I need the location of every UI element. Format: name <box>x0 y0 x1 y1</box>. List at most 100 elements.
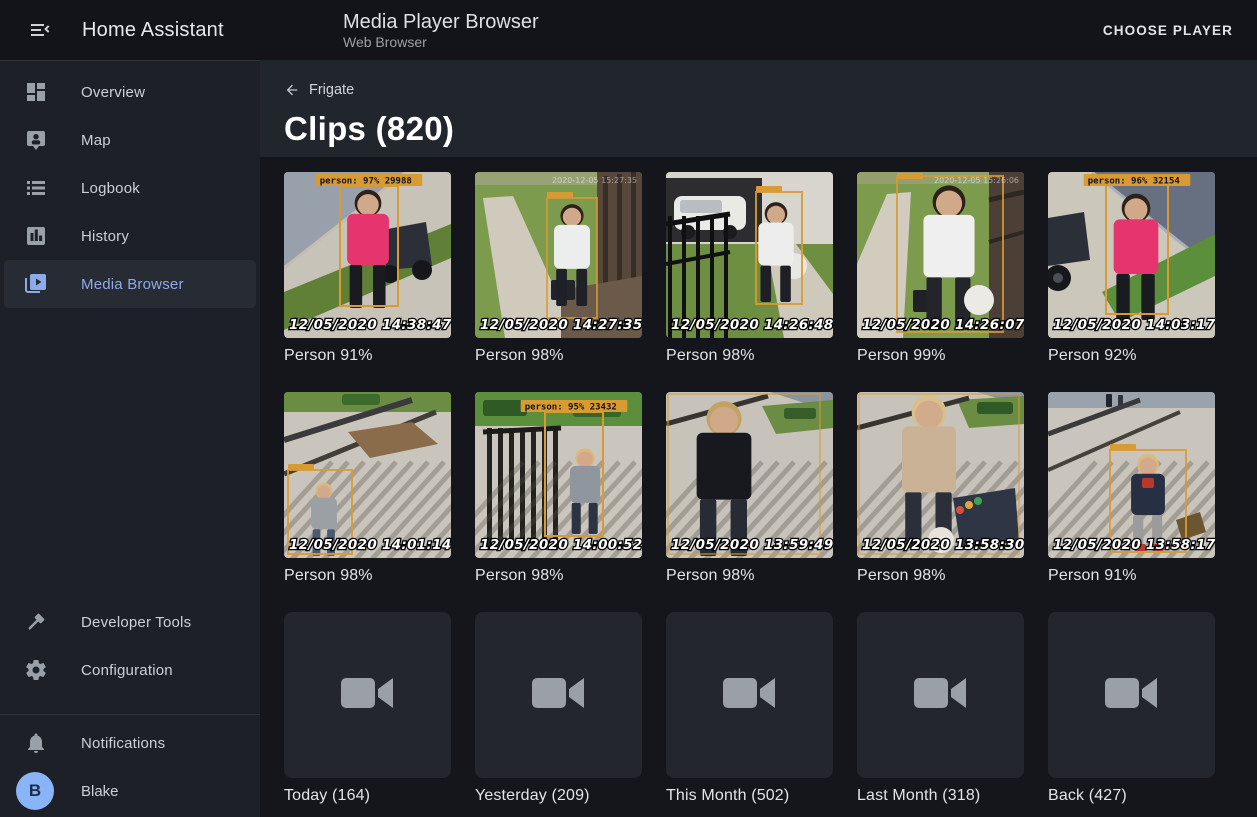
top-app-bar: Home Assistant Media Player Browser Web … <box>0 0 1257 60</box>
folder-item[interactable]: Back (427) <box>1048 612 1215 805</box>
folder-caption: Last Month (318) <box>857 787 1024 805</box>
folder-item[interactable]: This Month (502) <box>666 612 833 805</box>
sidebar-item-label: Overview <box>81 84 145 101</box>
sidebar-item-logbook[interactable]: Logbook <box>4 164 256 212</box>
sidebar-item-label: Configuration <box>81 662 173 679</box>
folder-thumbnail <box>475 612 642 778</box>
sidebar-item-label: Map <box>81 132 111 149</box>
svg-text:2020-12-05 15:27:35: 2020-12-05 15:27:35 <box>552 176 637 185</box>
sidebar-item-label: History <box>81 228 129 245</box>
clip-caption: Person 98% <box>475 567 642 585</box>
clip-item[interactable]: 12/05/2020 13:59:49 Person 98% <box>666 392 833 585</box>
clip-thumbnail: 12/05/2020 13:58:17 <box>1048 392 1215 558</box>
svg-text:12/05/2020 14:00:52: 12/05/2020 14:00:52 <box>480 537 642 553</box>
folder-caption: This Month (502) <box>666 787 833 805</box>
clip-caption: Person 98% <box>475 347 642 365</box>
gear-icon <box>24 658 48 682</box>
user-name: Blake <box>81 783 119 800</box>
clip-caption: Person 98% <box>666 347 833 365</box>
clip-thumbnail: 12/05/2020 13:58:30 <box>857 392 1024 558</box>
clip-thumbnail: 12/05/2020 14:26:48 <box>666 172 833 338</box>
folder-thumbnail <box>1048 612 1215 778</box>
page-title: Media Player Browser <box>343 10 539 34</box>
list-icon <box>24 176 48 200</box>
clip-caption: Person 91% <box>284 347 451 365</box>
folder-thumbnail <box>666 612 833 778</box>
sidebar-item-label: Media Browser <box>81 276 184 293</box>
video-camera-icon <box>1105 673 1159 718</box>
breadcrumb-label: Frigate <box>309 82 354 98</box>
svg-text:12/05/2020 14:38:47: 12/05/2020 14:38:47 <box>289 317 451 333</box>
folder-caption: Today (164) <box>284 787 451 805</box>
bar-chart-icon <box>24 224 48 248</box>
avatar: B <box>16 772 54 810</box>
clip-item[interactable]: 12/05/2020 14:26:48 Person 98% <box>666 172 833 365</box>
clip-item[interactable]: person: 97% 29988 12/05/2020 14:38:47 Pers… <box>284 172 451 365</box>
svg-text:12/05/2020 13:59:49: 12/05/2020 13:59:49 <box>671 537 833 553</box>
sidebar: Overview Map Logbook History Media Browser D… <box>0 60 260 817</box>
svg-text:12/05/2020 14:26:07: 12/05/2020 14:26:07 <box>862 317 1024 333</box>
topbar-main-section: Media Player Browser Web Browser CHOOSE … <box>260 0 1257 60</box>
clip-caption: Person 92% <box>1048 347 1215 365</box>
folder-item[interactable]: Last Month (318) <box>857 612 1024 805</box>
page-subtitle: Web Browser <box>343 34 539 51</box>
clip-thumbnail: 12/05/2020 14:01:14 <box>284 392 451 558</box>
sidebar-bottom: Developer Tools Configuration Notificatio… <box>0 598 260 817</box>
clip-item[interactable]: person: 96% 32154 12/05/2020 14:03:17 Pers… <box>1048 172 1215 365</box>
map-icon <box>24 128 48 152</box>
sidebar-item-label: Developer Tools <box>81 614 191 631</box>
svg-text:12/05/2020 14:27:35: 12/05/2020 14:27:35 <box>480 317 642 333</box>
folder-item[interactable]: Yesterday (209) <box>475 612 642 805</box>
app-title: Home Assistant <box>82 19 224 42</box>
video-camera-icon <box>914 673 968 718</box>
media-browser-header: Frigate Clips (820) <box>260 60 1257 157</box>
sidebar-item-profile[interactable]: B Blake <box>4 767 256 815</box>
main-content: Frigate Clips (820) person: 97% 29988 12/… <box>260 60 1257 817</box>
svg-text:person: 96% 32154: person: 96% 32154 <box>1088 177 1181 187</box>
clip-thumbnail: person: 96% 32154 12/05/2020 14:03:17 <box>1048 172 1215 338</box>
svg-text:person: 95% 23432: person: 95% 23432 <box>525 403 617 413</box>
clip-item[interactable]: 12/05/2020 13:58:30 Person 98% <box>857 392 1024 585</box>
clip-item[interactable]: 12/05/2020 13:58:17 Person 91% <box>1048 392 1215 585</box>
svg-text:12/05/2020 14:26:48: 12/05/2020 14:26:48 <box>671 317 833 333</box>
bell-icon <box>24 731 48 755</box>
folder-item[interactable]: Today (164) <box>284 612 451 805</box>
media-grid: person: 97% 29988 12/05/2020 14:38:47 Pers… <box>260 157 1257 805</box>
clip-thumbnail: 2020-12-05 15:26:0612/05/2020 14:26:07 <box>857 172 1024 338</box>
sidebar-tools: Developer Tools Configuration <box>0 598 260 694</box>
svg-text:12/05/2020 14:03:17: 12/05/2020 14:03:17 <box>1053 317 1215 333</box>
sidebar-nav: Overview Map Logbook History Media Browser <box>0 61 260 308</box>
breadcrumb-back-link[interactable]: Frigate <box>284 82 354 98</box>
clip-item[interactable]: 2020-12-05 15:26:0612/05/2020 14:26:07 Pe… <box>857 172 1024 365</box>
clip-thumbnail: 12/05/2020 13:59:49 <box>666 392 833 558</box>
sidebar-divider <box>0 714 260 715</box>
clip-item[interactable]: 12/05/2020 14:01:14Person 98% <box>284 392 451 585</box>
menu-open-icon[interactable] <box>22 12 58 48</box>
folder-caption: Back (427) <box>1048 787 1215 805</box>
video-camera-icon <box>532 673 586 718</box>
sidebar-item-history[interactable]: History <box>4 212 256 260</box>
media-browser-icon <box>24 272 48 296</box>
notifications-label: Notifications <box>81 735 165 752</box>
topbar-sidebar-section: Home Assistant <box>0 0 260 60</box>
clip-thumbnail: person: 95% 23432 12/05/2020 14:00:52 <box>475 392 642 558</box>
page-heading: Clips (820) <box>284 110 1257 148</box>
sidebar-item-configuration[interactable]: Configuration <box>4 646 256 694</box>
svg-text:person: 97% 29988: person: 97% 29988 <box>320 177 412 187</box>
video-camera-icon <box>723 673 777 718</box>
clip-caption: Person 98% <box>857 567 1024 585</box>
svg-text:12/05/2020 13:58:17: 12/05/2020 13:58:17 <box>1053 537 1215 553</box>
clip-item[interactable]: person: 95% 23432 12/05/2020 14:00:52 Pers… <box>475 392 642 585</box>
folder-thumbnail <box>284 612 451 778</box>
sidebar-item-map[interactable]: Map <box>4 116 256 164</box>
svg-text:12/05/2020 14:01:14: 12/05/2020 14:01:14 <box>289 537 451 553</box>
sidebar-item-media-browser[interactable]: Media Browser <box>4 260 256 308</box>
sidebar-item-overview[interactable]: Overview <box>4 68 256 116</box>
clip-caption: Person 99% <box>857 347 1024 365</box>
choose-player-button[interactable]: CHOOSE PLAYER <box>1091 13 1245 48</box>
clip-item[interactable]: 2020-12-05 15:27:35 12/05/2020 14:27:35 Pe… <box>475 172 642 365</box>
sidebar-item-notifications[interactable]: Notifications <box>4 719 256 767</box>
clip-caption: Person 98% <box>666 567 833 585</box>
sidebar-item-developer-tools[interactable]: Developer Tools <box>4 598 256 646</box>
clip-caption: Person 91% <box>1048 567 1215 585</box>
